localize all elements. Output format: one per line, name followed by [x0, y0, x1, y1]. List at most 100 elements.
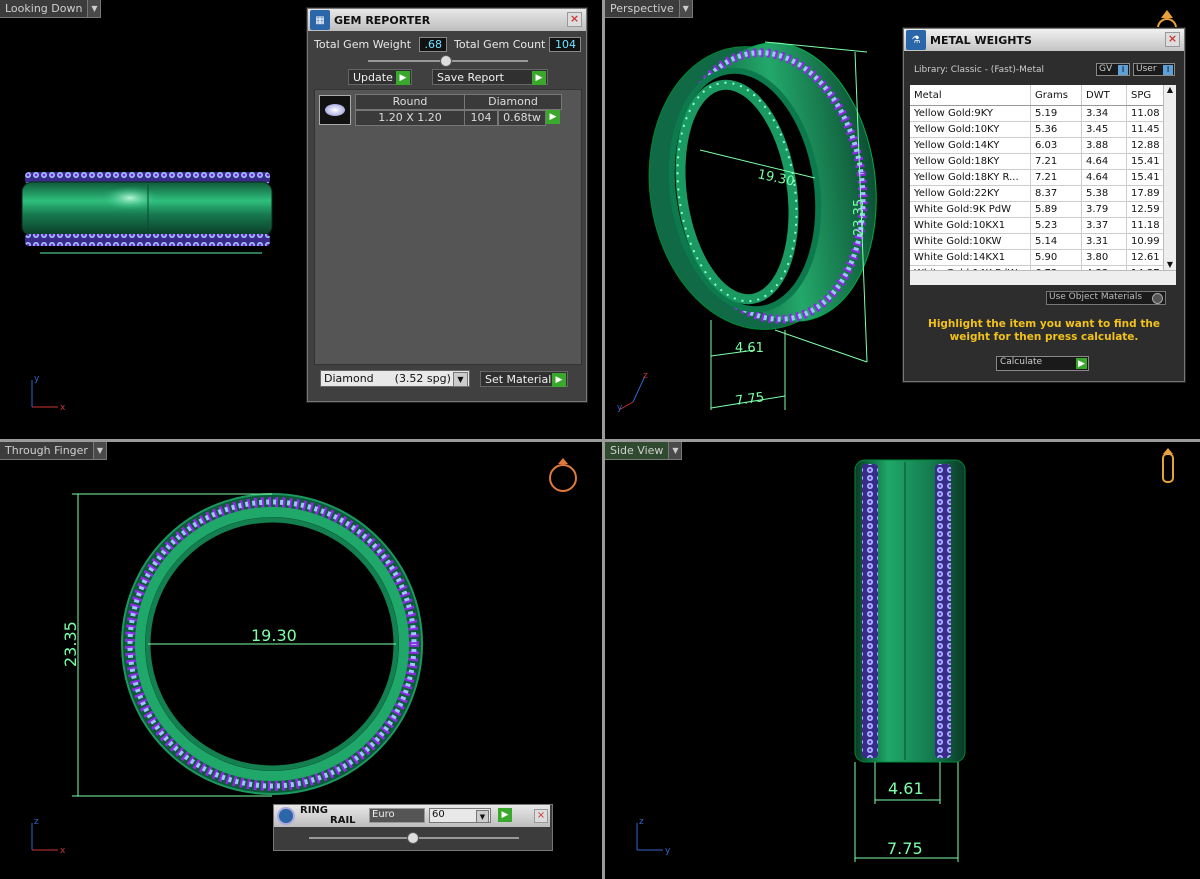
col-dwt[interactable]: DWT — [1081, 85, 1127, 106]
axis-triad — [636, 823, 663, 851]
z-axis-label: z — [639, 817, 644, 827]
metal-dwt: 3.79 — [1081, 201, 1127, 218]
total-gem-weight-value: .68 — [419, 37, 447, 52]
viewport-title: Looking Down — [5, 2, 83, 15]
ring-perspective — [648, 42, 877, 330]
viewport-label-side-view[interactable]: Side View ▼ — [605, 442, 683, 460]
y-axis-label: y — [34, 374, 40, 384]
chevron-down-icon[interactable]: ▼ — [476, 810, 489, 823]
metal-dwt: 4.64 — [1081, 153, 1127, 170]
chevron-down-icon[interactable]: ▼ — [92, 442, 106, 459]
metal-row[interactable]: White Gold:9K PdW 5.89 3.79 12.59 — [910, 201, 1176, 218]
metal-row[interactable]: White Gold:10KX1 5.23 3.37 11.18 — [910, 217, 1176, 234]
gem-reporter-slider[interactable] — [368, 55, 528, 67]
metal-row[interactable]: Yellow Gold:9KY 5.19 3.34 11.08 — [910, 105, 1176, 122]
viewport-through-finger[interactable]: 19.30 23.35 x z Through Finger ▼ RING RA… — [0, 442, 602, 879]
viewport-label-perspective[interactable]: Perspective ▼ — [605, 0, 693, 18]
close-icon[interactable]: × — [567, 12, 582, 27]
viewport-side-view[interactable]: 4.61 7.75 y z Side View ▼ — [605, 442, 1200, 879]
metal-weights-title: METAL WEIGHTS — [930, 33, 1032, 47]
persp-height: 23.35 — [852, 199, 867, 236]
gem-reporter-titlebar[interactable]: ▦ GEM REPORTER × — [308, 9, 586, 31]
flask-icon: ⚗ — [906, 30, 926, 50]
metal-row[interactable]: White Gold:10KW 5.14 3.31 10.99 — [910, 233, 1176, 250]
save-report-button[interactable]: Save Report ▶ — [432, 69, 548, 85]
metal-grams: 7.21 — [1030, 169, 1082, 186]
gv-toggle[interactable]: GV I — [1096, 63, 1130, 76]
viewport-label-looking-down[interactable]: Looking Down ▼ — [0, 0, 102, 18]
vertical-scrollbar[interactable]: ▲ ▼ — [1163, 85, 1176, 285]
chevron-down-icon[interactable]: ▼ — [1164, 260, 1176, 269]
update-button-label: Update — [353, 70, 393, 84]
gem-row[interactable]: Round Diamond 1.20 X 1.20 104 0.68tw ▶ — [317, 93, 562, 127]
side-width-outer: 7.75 — [887, 839, 923, 858]
metal-name: White Gold:10KX1 — [910, 217, 1031, 234]
ring-top-view — [21, 172, 273, 254]
close-icon[interactable]: × — [1165, 32, 1180, 47]
slider-thumb[interactable] — [440, 55, 452, 67]
viewport-title: Through Finger — [5, 444, 88, 457]
ring-icon — [277, 807, 295, 825]
side-width-inner: 4.61 — [888, 779, 924, 798]
radio-icon[interactable] — [1152, 293, 1163, 304]
gem-count: 104 — [464, 110, 498, 126]
material-select[interactable]: Diamond (3.52 spg) ▼ — [320, 370, 470, 387]
calculate-button[interactable]: Calculate ▶ — [996, 356, 1089, 371]
metal-grams: 5.36 — [1030, 121, 1082, 138]
metal-name: Yellow Gold:10KY — [910, 121, 1031, 138]
update-button[interactable]: Update ▶ — [348, 69, 412, 85]
chevron-up-icon[interactable]: ▲ — [1164, 85, 1176, 94]
use-object-materials-checkbox[interactable]: Use Object Materials — [1046, 291, 1166, 305]
chevron-down-icon[interactable]: ▼ — [678, 0, 692, 17]
viewport-divider-horizontal[interactable] — [0, 439, 1200, 442]
gem-row-go-button[interactable]: ▶ — [546, 110, 560, 124]
metal-dwt: 3.45 — [1081, 121, 1127, 138]
user-toggle[interactable]: User I — [1133, 63, 1175, 76]
metal-row[interactable]: Yellow Gold:14KY 6.03 3.88 12.88 — [910, 137, 1176, 154]
metal-dwt: 3.31 — [1081, 233, 1127, 250]
chevron-down-icon[interactable]: ▼ — [453, 372, 468, 387]
x-axis-label: x — [60, 846, 66, 856]
viewport-title: Perspective — [610, 2, 674, 15]
metal-weights-titlebar[interactable]: ⚗ METAL WEIGHTS × — [904, 29, 1184, 51]
gem-reporter-title: GEM REPORTER — [334, 13, 431, 27]
metal-row[interactable]: Yellow Gold:18KY 7.21 4.64 15.41 — [910, 153, 1176, 170]
gem-tw: 0.68tw — [498, 110, 546, 126]
gem-list: Round Diamond 1.20 X 1.20 104 0.68tw ▶ — [314, 89, 582, 365]
viewport-title: Side View — [610, 444, 664, 457]
chevron-down-icon[interactable]: ▼ — [87, 0, 101, 17]
close-icon[interactable]: × — [534, 809, 548, 823]
slider-thumb[interactable] — [407, 832, 419, 844]
ring-size-select[interactable]: 60 ▼ — [429, 808, 491, 823]
play-icon: ▶ — [552, 373, 566, 387]
ring-rail-slider[interactable] — [309, 832, 519, 844]
finger-inner-diameter: 19.30 — [251, 626, 297, 645]
size-standard-field[interactable]: Euro — [369, 808, 425, 823]
metal-name: Yellow Gold:22KY — [910, 185, 1031, 202]
play-icon: ▶ — [532, 71, 546, 85]
metal-row[interactable]: Yellow Gold:18KY R... 7.21 4.64 15.41 — [910, 169, 1176, 186]
metal-grams: 5.19 — [1030, 105, 1082, 122]
metal-name: Yellow Gold:18KY R... — [910, 169, 1031, 186]
set-material-button[interactable]: Set Material ▶ — [480, 371, 568, 387]
metal-name: White Gold:9K PdW — [910, 201, 1031, 218]
col-grams[interactable]: Grams — [1030, 85, 1082, 106]
gem-reporter-panel: ▦ GEM REPORTER × Total Gem Weight .68 To… — [307, 8, 587, 402]
metal-weights-table: Metal Grams DWT SPG Yellow Gold:9KY 5.19 3… — [910, 85, 1176, 285]
gem-size: 1.20 X 1.20 — [355, 110, 465, 126]
metal-row[interactable]: Yellow Gold:10KY 5.36 3.45 11.45 — [910, 121, 1176, 138]
metal-grams: 5.14 — [1030, 233, 1082, 250]
col-metal[interactable]: Metal — [910, 85, 1031, 106]
material-select-value: Diamond (3.52 spg) — [324, 372, 451, 385]
chevron-down-icon[interactable]: ▼ — [668, 442, 682, 459]
metal-dwt: 3.34 — [1081, 105, 1127, 122]
metal-row[interactable]: Yellow Gold:22KY 8.37 5.38 17.89 — [910, 185, 1176, 202]
material-header: Diamond — [464, 94, 562, 110]
gv-label: GV — [1099, 64, 1113, 74]
shape-header: Round — [355, 94, 465, 110]
viewport-label-through-finger[interactable]: Through Finger ▼ — [0, 442, 107, 460]
horizontal-scrollbar[interactable] — [910, 270, 1176, 285]
metal-row[interactable]: White Gold:14KX1 5.90 3.80 12.61 — [910, 249, 1176, 266]
apply-size-button[interactable]: ▶ — [498, 808, 512, 822]
info-icon: I — [1163, 65, 1173, 75]
